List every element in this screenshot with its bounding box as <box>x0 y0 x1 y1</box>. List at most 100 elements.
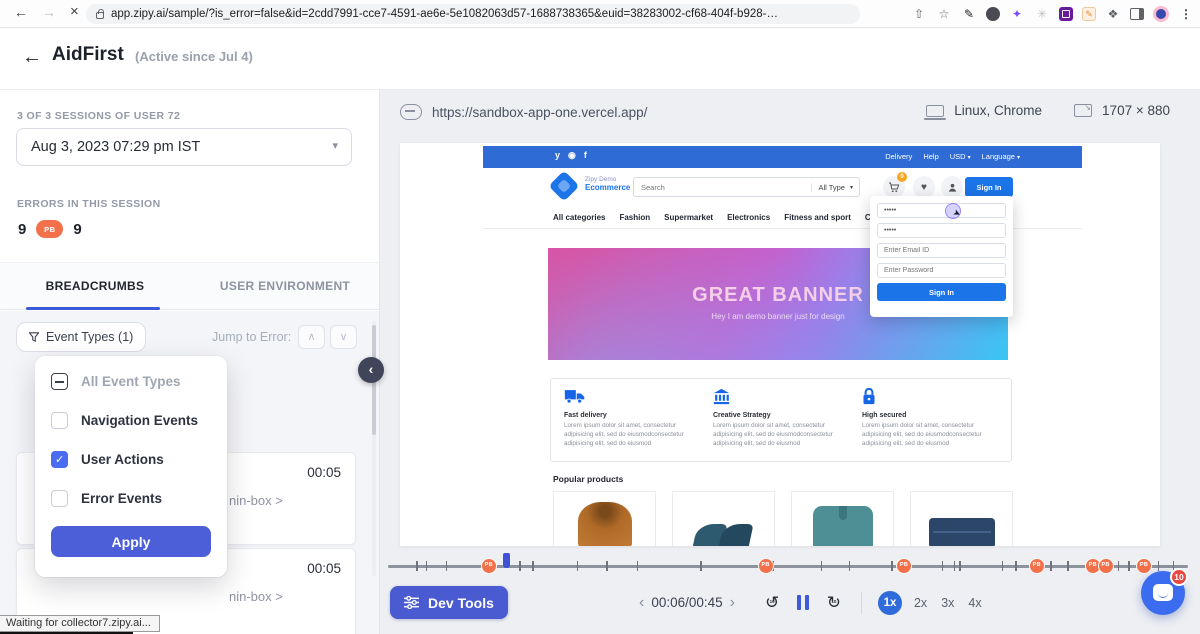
sidebar-collapse-button[interactable]: ‹ <box>358 357 384 383</box>
product-card[interactable] <box>553 491 656 546</box>
timeline-tick <box>1128 561 1130 571</box>
jump-next-error-button[interactable]: ∨ <box>330 325 357 349</box>
wishlist-button[interactable]: ♥ <box>913 176 935 198</box>
browser-close-icon[interactable]: × <box>70 3 79 20</box>
browser-menu-icon[interactable]: ⋮ <box>1178 7 1194 21</box>
resolution-value: 1707 × 880 <box>1102 103 1170 118</box>
ai-sparkle-extension-icon[interactable]: ✦ <box>1009 7 1025 21</box>
signin-pass-field[interactable] <box>877 223 1006 238</box>
feature-creative-strategy: Creative Strategy Lorem ipsum dolor sit … <box>713 388 849 452</box>
address-bar[interactable]: app.zipy.ai/sample/?is_error=false&id=2c… <box>86 4 860 24</box>
account-button[interactable] <box>941 176 963 198</box>
product-card[interactable] <box>672 491 775 546</box>
browser-back-icon[interactable]: ← <box>14 4 28 20</box>
checkbox-checked-icon[interactable] <box>51 451 68 468</box>
filter-option-user-actions[interactable]: User Actions <box>51 451 164 468</box>
apply-button[interactable]: Apply <box>51 526 211 557</box>
speed-2x[interactable]: 2x <box>914 596 927 610</box>
error-marker[interactable]: PB <box>896 558 912 574</box>
forward-10-icon[interactable]: ↻10 <box>818 593 850 613</box>
error-type-badge[interactable]: PB <box>36 220 63 238</box>
replayed-page-url[interactable]: https://sandbox-app-one.vercel.app/ <box>432 105 647 120</box>
cart-badge: 0 <box>897 172 907 182</box>
product-card[interactable] <box>791 491 894 546</box>
instagram-icon[interactable]: ◉ <box>568 150 576 161</box>
timeline[interactable]: PBPBPBPBPBPBPB <box>388 558 1188 574</box>
error-marker[interactable]: PB <box>481 558 497 574</box>
address-bar-url[interactable]: app.zipy.ai/sample/?is_error=false&id=2c… <box>111 8 778 20</box>
email-field[interactable] <box>877 243 1006 258</box>
speed-4x[interactable]: 4x <box>968 596 981 610</box>
filter-option-navigation-events[interactable]: Navigation Events <box>51 412 198 429</box>
site-brand[interactable]: Zipy Demo Ecommerce <box>585 176 630 192</box>
errors-label: ERRORS IN THIS SESSION <box>17 198 161 210</box>
nav-fitness[interactable]: Fitness and sport <box>784 213 851 222</box>
tab-user-environment[interactable]: USER ENVIRONMENT <box>190 263 380 309</box>
currency-select[interactable]: USD▾ <box>950 152 971 161</box>
bank-icon <box>713 388 849 408</box>
product-image-shirt <box>813 506 873 546</box>
checkbox-unchecked-icon[interactable] <box>51 490 68 507</box>
jump-previous-error-button[interactable]: ∧ <box>298 325 325 349</box>
delivery-link[interactable]: Delivery <box>885 152 912 161</box>
checkbox-indeterminate-icon[interactable] <box>51 373 68 390</box>
profile-avatar[interactable] <box>1153 6 1169 22</box>
nav-supermarket[interactable]: Supermarket <box>664 213 713 222</box>
share-icon[interactable]: ⇧ <box>911 7 927 21</box>
violet-extension-icon[interactable] <box>1059 7 1073 21</box>
dev-tools-button[interactable]: Dev Tools <box>390 586 508 619</box>
back-arrow-icon[interactable]: ← <box>22 46 42 69</box>
playhead[interactable] <box>503 553 510 568</box>
search-category-select[interactable]: All Type▾ <box>811 183 859 192</box>
product-image-jeans <box>929 518 995 546</box>
signin-user-field[interactable] <box>877 203 1006 218</box>
language-select[interactable]: Language▾ <box>982 152 1020 161</box>
notes-extension-icon[interactable]: ✎ <box>1082 7 1096 21</box>
round-extension-icon[interactable] <box>986 7 1000 21</box>
filter-option-error-events[interactable]: Error Events <box>51 490 162 507</box>
product-card[interactable] <box>910 491 1013 546</box>
checkbox-unchecked-icon[interactable] <box>51 412 68 429</box>
puzzle-extensions-icon[interactable]: ❖ <box>1105 7 1121 21</box>
playback-time: 00:06/00:45 <box>651 595 722 610</box>
pause-button[interactable] <box>788 595 818 610</box>
password-field[interactable] <box>877 263 1006 278</box>
facebook-icon[interactable]: f <box>584 150 587 161</box>
side-panel-icon[interactable] <box>1130 8 1144 20</box>
signin-popup: Sign In <box>870 196 1013 317</box>
popup-signin-button[interactable]: Sign In <box>877 283 1006 301</box>
nav-electronics[interactable]: Electronics <box>727 213 770 222</box>
error-marker[interactable]: PB <box>1029 558 1045 574</box>
nav-all-categories[interactable]: All categories <box>553 213 605 222</box>
browser-forward-icon[interactable]: → <box>42 4 56 20</box>
product-image-shoes <box>695 518 753 546</box>
cart-button[interactable]: 0 <box>883 176 905 198</box>
player-header: https://sandbox-app-one.vercel.app/ Linu… <box>380 90 1200 136</box>
chat-widget-button[interactable]: 10 <box>1141 571 1185 615</box>
event-types-filter-button[interactable]: Event Types (1) <box>16 322 146 352</box>
player-controls: Dev Tools ‹ 00:06/00:45 › ↺10 ↻10 1x 2x … <box>380 582 1200 626</box>
session-select[interactable]: Aug 3, 2023 07:29 pm IST ▾ <box>16 128 352 166</box>
dim-extension-icon[interactable]: ✳ <box>1034 7 1050 21</box>
person-icon <box>947 182 958 193</box>
tab-breadcrumbs[interactable]: BREADCRUMBS <box>0 263 190 309</box>
site-signin-button[interactable]: Sign In <box>965 177 1013 197</box>
error-marker[interactable]: PB <box>1098 558 1114 574</box>
truck-icon <box>564 388 700 408</box>
error-marker[interactable]: PB <box>1136 558 1152 574</box>
speed-3x[interactable]: 3x <box>941 596 954 610</box>
next-chevron-icon[interactable]: › <box>723 594 742 612</box>
error-marker[interactable]: PB <box>758 558 774 574</box>
speed-1x[interactable]: 1x <box>878 591 902 615</box>
help-link[interactable]: Help <box>923 152 938 161</box>
rewind-10-icon[interactable]: ↺10 <box>756 593 788 613</box>
site-search-input[interactable] <box>634 183 811 192</box>
caret-down-icon: ▾ <box>1017 155 1020 161</box>
nav-fashion[interactable]: Fashion <box>619 213 650 222</box>
pen-extension-icon[interactable]: ✎ <box>961 7 977 21</box>
previous-chevron-icon[interactable]: ‹ <box>632 594 651 612</box>
bookmark-star-icon[interactable]: ☆ <box>936 7 952 21</box>
filter-option-all-event-types[interactable]: All Event Types <box>51 373 181 390</box>
twitter-icon[interactable]: y <box>555 150 560 161</box>
site-logo[interactable] <box>548 170 579 201</box>
